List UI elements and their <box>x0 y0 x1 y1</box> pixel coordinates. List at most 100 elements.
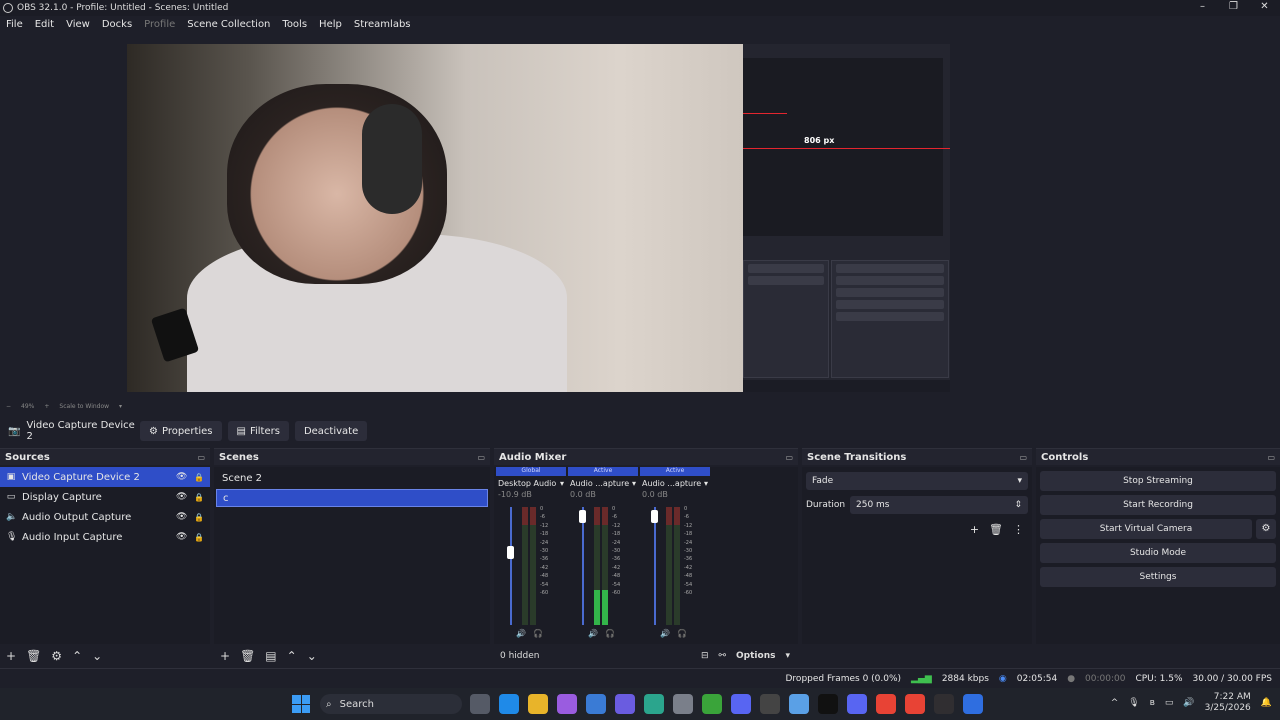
mute-speaker-icon[interactable]: 🔊 <box>516 629 526 638</box>
gear-icon[interactable]: ⚙ <box>1256 519 1276 539</box>
volume-fader-handle[interactable] <box>651 510 658 524</box>
scene-name-input[interactable]: c <box>216 489 488 507</box>
visibility-eye-icon[interactable]: 👁 <box>176 472 188 482</box>
copilot-icon[interactable] <box>557 694 577 714</box>
source-item[interactable]: 🎙 Audio Input Capture 👁 🔒 <box>0 527 210 547</box>
move-up-icon[interactable]: ⌃ <box>287 649 297 663</box>
mute-speaker-icon[interactable]: 🔊 <box>660 629 670 638</box>
monitor-headphone-icon[interactable]: 🎧 <box>677 629 687 638</box>
chevron-up-icon[interactable]: ^ <box>1111 698 1119 708</box>
minimize-icon[interactable]: – <box>1187 0 1218 16</box>
store-icon[interactable] <box>586 694 606 714</box>
discord-icon[interactable] <box>731 694 751 714</box>
volume-fader-track[interactable] <box>510 507 512 625</box>
zoom-mode[interactable]: Scale to Window <box>59 403 109 410</box>
notification-icon[interactable]: 🔔 <box>1261 698 1272 708</box>
add-icon[interactable]: + <box>220 649 230 663</box>
volume-icon[interactable]: 🔊 <box>1183 698 1194 708</box>
zoom-in-icon[interactable]: + <box>44 403 49 410</box>
chevron-down-icon[interactable]: ▾ <box>560 479 564 488</box>
settings-button[interactable]: Settings <box>1040 567 1276 587</box>
scene-item[interactable]: Scene 2 <box>216 469 488 487</box>
tiktok-icon[interactable] <box>818 694 838 714</box>
duration-input[interactable]: 250 ms ⇕ <box>850 496 1028 514</box>
bluetooth-icon[interactable]: ʙ <box>1150 698 1155 708</box>
monitor-headphone-icon[interactable]: 🎧 <box>533 629 543 638</box>
start-recording-button[interactable]: Start Recording <box>1040 495 1276 515</box>
source-item[interactable]: 🔈 Audio Output Capture 👁 🔒 <box>0 507 210 527</box>
app-icon[interactable] <box>760 694 780 714</box>
start-virtual-camera-button[interactable]: Start Virtual Camera ⚙ <box>1040 519 1276 539</box>
menu-scene-collection[interactable]: Scene Collection <box>181 19 276 30</box>
properties-button[interactable]: ⚙ Properties <box>140 421 222 441</box>
discord-icon[interactable] <box>847 694 867 714</box>
visibility-eye-icon[interactable]: 👁 <box>176 532 188 542</box>
trash-icon[interactable]: 🗑 <box>989 523 1003 536</box>
chrome-icon[interactable] <box>876 694 896 714</box>
menu-streamlabs[interactable]: Streamlabs <box>348 19 417 30</box>
windows-start-icon[interactable] <box>292 695 310 713</box>
stop-streaming-button[interactable]: Stop Streaming <box>1040 471 1276 491</box>
trash-icon[interactable]: 🗑 <box>240 649 255 663</box>
menu-edit[interactable]: Edit <box>29 19 60 30</box>
menu-file[interactable]: File <box>0 19 29 30</box>
obs-icon[interactable] <box>934 694 954 714</box>
channel-name[interactable]: Audio ...apture ▾ <box>640 476 710 490</box>
lock-icon[interactable]: 🔒 <box>194 473 204 482</box>
undock-icon[interactable]: ▭ <box>1267 453 1275 462</box>
close-icon[interactable]: ✕ <box>1249 0 1280 16</box>
volume-fader-handle[interactable] <box>507 545 514 559</box>
menu-tools[interactable]: Tools <box>276 19 313 30</box>
minecraft-icon[interactable] <box>702 694 722 714</box>
studio-mode-button[interactable]: Studio Mode <box>1040 543 1276 563</box>
deactivate-button[interactable]: Deactivate <box>294 421 368 441</box>
zoom-out-icon[interactable]: − <box>6 403 11 410</box>
menu-help[interactable]: Help <box>313 19 348 30</box>
chevron-down-icon[interactable]: ▾ <box>704 479 708 488</box>
taskbar-search[interactable]: ⌕ Search <box>320 694 462 714</box>
chevron-down-icon[interactable]: ▾ <box>632 479 636 488</box>
transition-select[interactable]: Fade ▾ <box>806 472 1028 490</box>
preview-canvas[interactable]: 806 px <box>127 44 950 392</box>
spinner-icon[interactable]: ⇕ <box>1014 500 1022 510</box>
volume-fader-track[interactable] <box>654 507 656 625</box>
gear-icon[interactable]: ⚙ <box>51 649 62 663</box>
filter-icon[interactable]: ▤ <box>265 649 276 663</box>
network-icon[interactable]: ▭ <box>1165 698 1174 708</box>
lock-icon[interactable]: 🔒 <box>194 533 204 542</box>
chevron-down-icon[interactable]: ▾ <box>785 651 790 661</box>
move-down-icon[interactable]: ⌄ <box>307 649 317 663</box>
undock-icon[interactable]: ▭ <box>197 453 205 462</box>
app-icon[interactable] <box>963 694 983 714</box>
visibility-eye-icon[interactable]: 👁 <box>176 512 188 522</box>
layout-icon[interactable]: ⊟ <box>701 651 709 661</box>
channel-name[interactable]: Desktop Audio ▾ <box>496 476 566 490</box>
app-icon[interactable] <box>644 694 664 714</box>
volume-fader-track[interactable] <box>582 507 584 625</box>
preview-area[interactable]: 806 px <box>0 36 1280 400</box>
app-icon[interactable] <box>789 694 809 714</box>
channel-name[interactable]: Audio ...apture ▾ <box>568 476 638 490</box>
app-icon[interactable] <box>673 694 693 714</box>
mixer-options-button[interactable]: Options <box>736 651 775 661</box>
menu-docks[interactable]: Docks <box>96 19 138 30</box>
more-icon[interactable]: ⋮ <box>1013 523 1024 536</box>
volume-fader-handle[interactable] <box>579 510 586 524</box>
edge-icon[interactable] <box>499 694 519 714</box>
task-view-icon[interactable] <box>470 694 490 714</box>
move-up-icon[interactable]: ⌃ <box>72 649 82 663</box>
add-icon[interactable]: + <box>970 523 979 536</box>
microphone-icon[interactable]: 🎙 <box>1128 698 1139 708</box>
undock-icon[interactable]: ▭ <box>785 453 793 462</box>
file-explorer-icon[interactable] <box>528 694 548 714</box>
move-down-icon[interactable]: ⌄ <box>92 649 102 663</box>
link-icon[interactable]: ⚯ <box>718 651 726 661</box>
filters-button[interactable]: ▤ Filters <box>227 421 289 441</box>
undock-icon[interactable]: ▭ <box>477 453 485 462</box>
vs-icon[interactable] <box>615 694 635 714</box>
monitor-headphone-icon[interactable]: 🎧 <box>605 629 615 638</box>
trash-icon[interactable]: 🗑 <box>26 649 41 663</box>
menu-view[interactable]: View <box>60 19 96 30</box>
mute-speaker-icon[interactable]: 🔊 <box>588 629 598 638</box>
lock-icon[interactable]: 🔒 <box>194 513 204 522</box>
